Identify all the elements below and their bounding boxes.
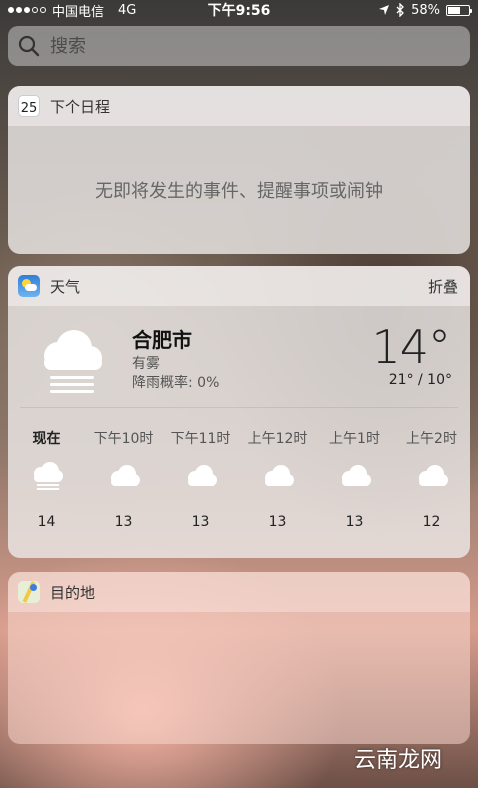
weather-widget[interactable]: 天气 折叠 合肥市 有雾 降雨概率: 0% 14° 21° / 10° 现在 1… (8, 266, 470, 558)
calendar-icon-day: 25 (20, 101, 38, 116)
search-bar[interactable] (8, 26, 470, 66)
hour-temp: 12 (422, 514, 441, 530)
weather-condition: 有雾 (132, 356, 160, 372)
hourly-item: 上午2时 12 (393, 408, 470, 558)
status-bar: 中国电信 4G 下午9:56 58% (0, 0, 478, 20)
destination-body (8, 612, 470, 744)
search-icon (18, 35, 40, 57)
hour-temp: 13 (191, 514, 210, 530)
weather-city: 合肥市 (132, 328, 192, 352)
fog-icon (33, 462, 63, 490)
carrier-name: 中国电信 (52, 4, 105, 20)
bluetooth-icon (396, 3, 405, 17)
hour-temp: 14 (37, 514, 56, 530)
collapse-button[interactable]: 折叠 (428, 276, 458, 297)
battery-percent: 58% (411, 2, 440, 18)
hourly-item: 现在 14 (8, 408, 85, 558)
hour-temp: 13 (114, 514, 133, 530)
destination-widget-title: 目的地 (50, 583, 96, 602)
hour-label: 现在 (32, 431, 61, 447)
network-type: 4G (118, 2, 137, 18)
hourly-item: 上午12时 13 (239, 408, 316, 558)
weather-widget-header[interactable]: 天气 折叠 (8, 266, 470, 306)
destination-widget[interactable]: 目的地 (8, 572, 470, 744)
calendar-widget-header[interactable]: 25 下个日程 (8, 86, 470, 126)
cloud-icon (264, 465, 294, 486)
calendar-empty-message: 无即将发生的事件、提醒事项或闹钟 (95, 181, 383, 202)
hour-temp: 13 (268, 514, 287, 530)
calendar-widget[interactable]: 25 下个日程 无即将发生的事件、提醒事项或闹钟 (8, 86, 470, 254)
weather-current[interactable]: 合肥市 有雾 降雨概率: 0% 14° 21° / 10° (20, 306, 458, 408)
weather-widget-title: 天气 (50, 277, 81, 296)
hour-label: 下午11时 (170, 431, 231, 447)
fog-icon (44, 330, 102, 393)
cloud-icon (341, 465, 371, 486)
hour-label: 下午10时 (93, 431, 154, 447)
battery-icon (446, 4, 472, 16)
calendar-widget-title: 下个日程 (50, 97, 111, 116)
hour-label: 上午12时 (247, 431, 308, 447)
cloud-icon (418, 465, 448, 486)
hour-label: 上午2时 (406, 431, 457, 447)
destination-widget-header[interactable]: 目的地 (8, 572, 470, 612)
maps-icon (18, 581, 40, 603)
hour-label: 上午1时 (329, 431, 380, 447)
battery-fill (448, 6, 460, 14)
watermark: 云南龙网 (353, 748, 442, 773)
rain-chance: 降雨概率: 0% (132, 375, 220, 391)
hourly-item: 下午11时 13 (162, 408, 239, 558)
weather-app-icon (18, 275, 40, 297)
hourly-item: 上午1时 13 (316, 408, 393, 558)
cloud-icon (187, 465, 217, 486)
temperature-range: 21° / 10° (388, 372, 452, 388)
search-input[interactable] (50, 35, 430, 57)
hourly-forecast: 现在 14 下午10时 13 下午11时 13 上午12时 13 上午1时 13… (8, 408, 470, 558)
status-right: 58% (378, 2, 472, 18)
hour-temp: 13 (345, 514, 364, 530)
current-temperature: 14° (371, 320, 451, 374)
cloud-icon (110, 465, 140, 486)
calendar-icon: 25 (18, 95, 40, 117)
hourly-item: 下午10时 13 (85, 408, 162, 558)
signal-strength-icon (8, 7, 46, 13)
location-arrow-icon (379, 5, 390, 15)
status-left: 中国电信 4G (8, 1, 378, 20)
